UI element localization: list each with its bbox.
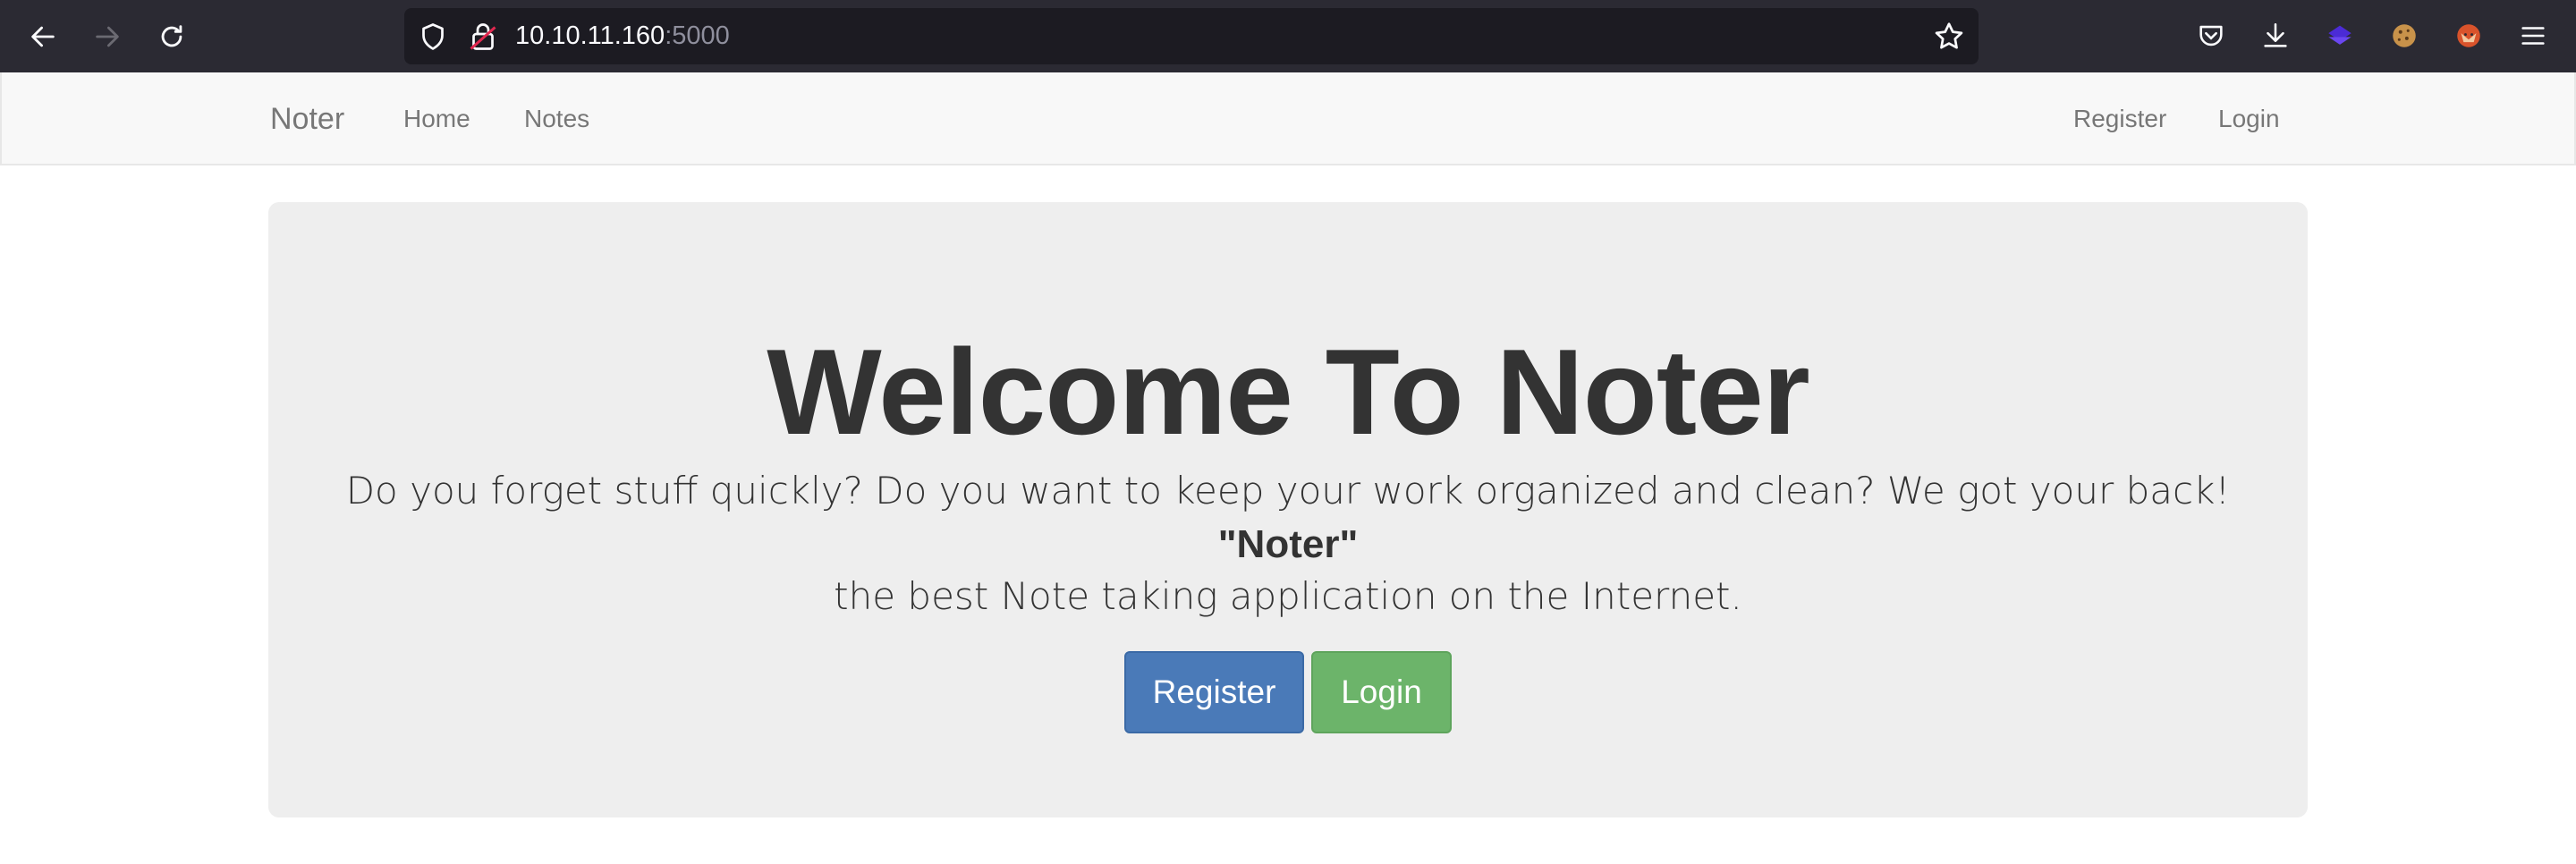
- login-button[interactable]: Login: [1311, 651, 1452, 733]
- hero-description: the best Note taking application on the …: [834, 574, 1742, 618]
- nav-link-notes[interactable]: Notes: [524, 72, 589, 165]
- pocket-button[interactable]: [2193, 18, 2229, 54]
- browser-toolbar: 10.10.11.160:5000: [0, 0, 2576, 72]
- hero-tagline: Do you forget stuff quickly? Do you want…: [345, 469, 2231, 512]
- insecure-lock-icon[interactable]: [467, 21, 499, 53]
- download-icon: [2264, 22, 2287, 47]
- back-button[interactable]: [24, 18, 62, 55]
- register-button[interactable]: Register: [1124, 651, 1304, 733]
- nav-link-home[interactable]: Home: [403, 72, 470, 165]
- navbar-brand[interactable]: Noter: [270, 72, 344, 165]
- url-host: 10.10.11.160: [515, 21, 665, 50]
- url-text[interactable]: 10.10.11.160:5000: [515, 8, 730, 64]
- extension-cookie-button[interactable]: [2386, 18, 2422, 54]
- extension-wappalyzer-button[interactable]: [2322, 18, 2358, 54]
- nav-link-login[interactable]: Login: [2218, 72, 2280, 165]
- bookmark-star-icon[interactable]: [1932, 20, 1966, 54]
- hamburger-menu-icon: [2521, 27, 2545, 45]
- extension-foxyproxy-button[interactable]: [2451, 18, 2487, 54]
- reload-button[interactable]: [153, 18, 191, 55]
- extension-purple-icon: [2328, 25, 2351, 45]
- arrow-left-icon: [31, 26, 55, 47]
- forward-button[interactable]: [89, 18, 126, 55]
- hero-app-name: "Noter": [1217, 522, 1359, 566]
- fox-icon: [2457, 24, 2480, 47]
- hero-title: Welcome To Noter: [767, 324, 1809, 460]
- cookie-icon: [2393, 24, 2416, 47]
- reload-icon: [161, 25, 182, 47]
- site-navbar: Noter Home Notes Register Login: [0, 72, 2576, 165]
- shield-icon[interactable]: [417, 21, 449, 53]
- arrow-right-icon: [96, 26, 119, 47]
- address-bar[interactable]: 10.10.11.160:5000: [404, 8, 1979, 64]
- nav-link-register[interactable]: Register: [2073, 72, 2166, 165]
- downloads-button[interactable]: [2258, 18, 2293, 54]
- url-port: :5000: [665, 21, 730, 50]
- app-menu-button[interactable]: [2515, 18, 2551, 54]
- pocket-icon: [2199, 25, 2223, 47]
